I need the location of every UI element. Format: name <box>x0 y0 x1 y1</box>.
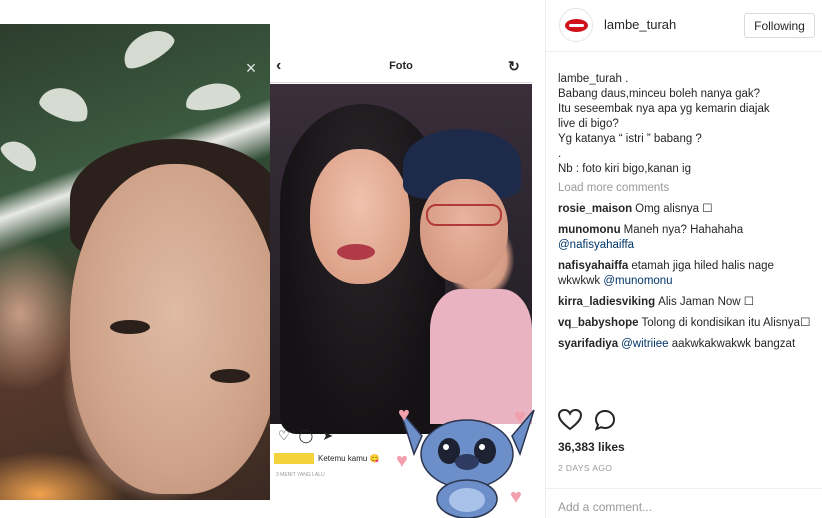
post-side-panel: lambe_turah Following lambe_turah . Baba… <box>545 0 822 518</box>
comment-item: syarifadiya @witriiee aakwkakwakwk bangza… <box>558 337 816 352</box>
post-caption: lambe_turah . Babang daus,minceu boleh n… <box>558 72 816 177</box>
heart-sticker-icon: ♥ <box>396 450 408 472</box>
post-header: lambe_turah Following <box>546 0 822 52</box>
comment-text: Omg alisnya ☐ <box>635 203 713 215</box>
comment-username[interactable]: vq_babyshope <box>558 317 639 329</box>
caption-line: Yg katanya “ istri ” babang ? <box>558 133 702 145</box>
caption-line: Babang daus,minceu boleh nanya gak? <box>558 88 761 100</box>
woman-face <box>310 149 410 284</box>
comment-item: nafisyahaiffa etamah jiga hiled halis nag… <box>558 259 816 289</box>
share-icon: ➤ <box>322 428 334 443</box>
comment-username[interactable]: syarifadiya <box>558 338 618 350</box>
heart-sticker-icon: ♥ <box>510 486 522 508</box>
load-more-comments-link[interactable]: Load more comments <box>558 181 816 196</box>
likes-count[interactable]: 36,383 likes <box>558 440 625 454</box>
pillow-leaf-pattern <box>183 79 242 114</box>
post-image: × ‹ Foto ↻ ♡ ◯ ➤ Ketemu kamu 😋 3 MENIT Y… <box>0 0 545 518</box>
woman-lips <box>337 244 375 260</box>
heart-sticker-icon: ♥ <box>398 404 410 426</box>
pillow-leaf-pattern <box>36 81 94 127</box>
caption-line: . <box>558 148 562 160</box>
phone-caption: Ketemu kamu 😋 <box>274 450 394 466</box>
header-username[interactable]: lambe_turah <box>604 17 676 32</box>
avatar[interactable] <box>559 8 593 42</box>
comment-username[interactable]: kirra_ladiesviking <box>558 296 655 308</box>
following-button[interactable]: Following <box>744 13 815 38</box>
comment-mention-link[interactable]: @witriiee <box>621 338 668 350</box>
phone-header: ‹ Foto ↻ <box>270 50 532 83</box>
comment-text: Maneh nya? Hahahaha <box>623 224 744 236</box>
caption-line: live di bigo? <box>558 118 619 130</box>
close-icon[interactable]: × <box>243 59 259 77</box>
comment-username[interactable]: munomonu <box>558 224 621 236</box>
comment-item: vq_babyshope Tolong di kondisikan itu Ali… <box>558 316 816 331</box>
person-face <box>70 164 280 494</box>
bigo-screenshot-photo: × <box>0 22 280 500</box>
couple-photo <box>270 84 532 434</box>
caption-line: Itu seseembak nya apa yg kemarin diajak <box>558 103 770 115</box>
post-actions <box>558 408 638 432</box>
add-comment-input[interactable] <box>558 498 808 516</box>
pillow-leaf-pattern <box>116 22 179 74</box>
phone-header-title: Foto <box>389 60 413 72</box>
add-comment-bar <box>546 488 822 518</box>
comment-item: munomonu Maneh nya? Hahahaha @nafisyahaif… <box>558 223 816 253</box>
phone-caption-text: Ketemu kamu 😋 <box>318 453 380 463</box>
man-glasses <box>426 204 502 226</box>
stitch-sticker: ♥ ♥ ♥ ♥ <box>392 396 542 518</box>
comment-item: kirra_ladiesviking Alis Jaman Now ☐ <box>558 295 816 310</box>
pillow-leaf-pattern <box>0 134 43 176</box>
lips-logo-icon <box>565 19 588 32</box>
heart-icon[interactable] <box>558 409 582 431</box>
comment-text: Alis Jaman Now ☐ <box>658 296 755 308</box>
redacted-username <box>274 452 314 464</box>
comment-mention-link[interactable]: @munomonu <box>603 275 672 287</box>
comment-username[interactable]: nafisyahaiffa <box>558 260 628 272</box>
person-eye <box>210 369 250 383</box>
phone-time: 3 MENIT YANG LALU <box>276 472 325 478</box>
comment-text: aakwkakwakwk bangzat <box>671 338 796 350</box>
caption-line: lambe_turah . <box>558 73 629 85</box>
back-arrow-icon: ‹ <box>276 57 282 74</box>
instagram-post-page: × ‹ Foto ↻ ♡ ◯ ➤ Ketemu kamu 😋 3 MENIT Y… <box>0 0 822 518</box>
comment-username[interactable]: rosie_maison <box>558 203 632 215</box>
comment-item: rosie_maison Omg alisnya ☐ <box>558 202 816 217</box>
comment-icon: ◯ <box>298 428 314 443</box>
person-eye <box>110 320 150 334</box>
refresh-icon: ↻ <box>508 58 520 74</box>
comment-icon[interactable] <box>594 409 616 431</box>
comment-text: Tolong di kondisikan itu Alisnya☐ <box>641 317 811 329</box>
heart-icon: ♡ <box>278 428 290 443</box>
comment-mention-link[interactable]: @nafisyahaiffa <box>558 239 634 251</box>
caption-line: Nb : foto kiri bigo,kanan ig <box>558 163 691 175</box>
heart-sticker-icon: ♥ <box>514 406 526 428</box>
post-timestamp: 2 DAYS AGO <box>558 463 613 473</box>
comments-section: lambe_turah . Babang daus,minceu boleh n… <box>558 72 816 352</box>
man-face <box>420 179 508 284</box>
